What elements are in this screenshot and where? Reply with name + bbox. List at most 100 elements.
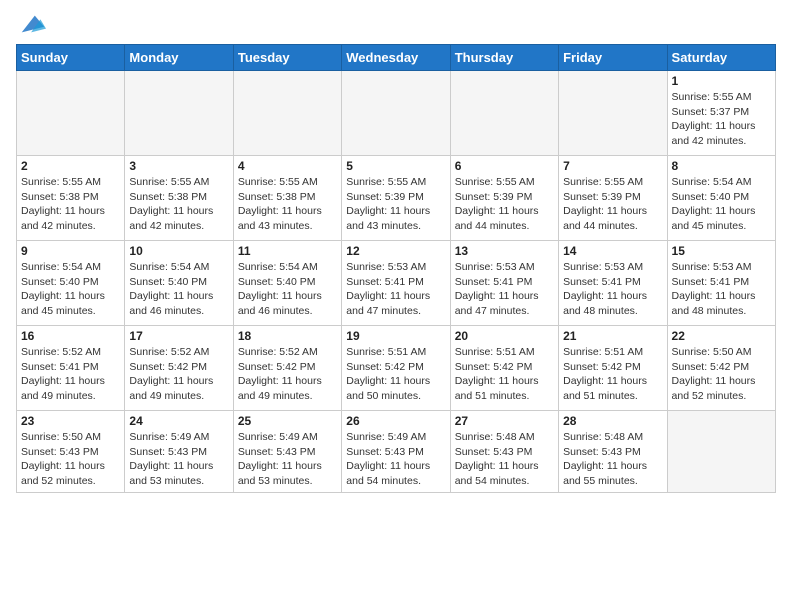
day-cell: 6 Sunrise: 5:55 AMSunset: 5:39 PMDaylight… [450, 156, 558, 241]
day-cell: 21 Sunrise: 5:51 AMSunset: 5:42 PMDayligh… [559, 326, 667, 411]
day-detail: Sunrise: 5:53 AMSunset: 5:41 PMDaylight:… [346, 260, 445, 319]
day-cell: 16 Sunrise: 5:52 AMSunset: 5:41 PMDayligh… [17, 326, 125, 411]
day-cell: 28 Sunrise: 5:48 AMSunset: 5:43 PMDayligh… [559, 411, 667, 493]
day-number: 15 [672, 244, 771, 258]
day-cell: 1 Sunrise: 5:55 AMSunset: 5:37 PMDaylight… [667, 71, 775, 156]
calendar-table: SundayMondayTuesdayWednesdayThursdayFrid… [16, 44, 776, 493]
day-detail: Sunrise: 5:52 AMSunset: 5:42 PMDaylight:… [238, 345, 337, 404]
day-number: 16 [21, 329, 120, 343]
day-cell: 7 Sunrise: 5:55 AMSunset: 5:39 PMDaylight… [559, 156, 667, 241]
day-cell: 3 Sunrise: 5:55 AMSunset: 5:38 PMDaylight… [125, 156, 233, 241]
day-number: 3 [129, 159, 228, 173]
day-number: 1 [672, 74, 771, 88]
logo [16, 10, 46, 38]
weekday-header-thursday: Thursday [450, 45, 558, 71]
week-row-2: 2 Sunrise: 5:55 AMSunset: 5:38 PMDaylight… [17, 156, 776, 241]
day-detail: Sunrise: 5:48 AMSunset: 5:43 PMDaylight:… [563, 430, 662, 489]
day-detail: Sunrise: 5:53 AMSunset: 5:41 PMDaylight:… [672, 260, 771, 319]
day-number: 6 [455, 159, 554, 173]
day-number: 10 [129, 244, 228, 258]
day-number: 13 [455, 244, 554, 258]
day-detail: Sunrise: 5:52 AMSunset: 5:42 PMDaylight:… [129, 345, 228, 404]
day-detail: Sunrise: 5:50 AMSunset: 5:42 PMDaylight:… [672, 345, 771, 404]
day-detail: Sunrise: 5:55 AMSunset: 5:38 PMDaylight:… [129, 175, 228, 234]
day-detail: Sunrise: 5:51 AMSunset: 5:42 PMDaylight:… [346, 345, 445, 404]
day-cell [450, 71, 558, 156]
day-detail: Sunrise: 5:54 AMSunset: 5:40 PMDaylight:… [129, 260, 228, 319]
day-number: 9 [21, 244, 120, 258]
day-detail: Sunrise: 5:54 AMSunset: 5:40 PMDaylight:… [672, 175, 771, 234]
week-row-4: 16 Sunrise: 5:52 AMSunset: 5:41 PMDayligh… [17, 326, 776, 411]
day-number: 23 [21, 414, 120, 428]
day-number: 24 [129, 414, 228, 428]
day-number: 18 [238, 329, 337, 343]
day-number: 22 [672, 329, 771, 343]
day-cell: 12 Sunrise: 5:53 AMSunset: 5:41 PMDayligh… [342, 241, 450, 326]
day-cell: 25 Sunrise: 5:49 AMSunset: 5:43 PMDayligh… [233, 411, 341, 493]
day-cell: 14Sunrise: 5:53 AMSunset: 5:41 PMDayligh… [559, 241, 667, 326]
weekday-header-row: SundayMondayTuesdayWednesdayThursdayFrid… [17, 45, 776, 71]
day-cell: 5 Sunrise: 5:55 AMSunset: 5:39 PMDaylight… [342, 156, 450, 241]
day-detail: Sunrise: 5:52 AMSunset: 5:41 PMDaylight:… [21, 345, 120, 404]
calendar-page: SundayMondayTuesdayWednesdayThursdayFrid… [0, 0, 792, 503]
day-number: 19 [346, 329, 445, 343]
day-detail: Sunrise: 5:49 AMSunset: 5:43 PMDaylight:… [238, 430, 337, 489]
day-number: 26 [346, 414, 445, 428]
week-row-5: 23 Sunrise: 5:50 AMSunset: 5:43 PMDayligh… [17, 411, 776, 493]
day-number: 21 [563, 329, 662, 343]
day-detail: Sunrise: 5:54 AMSunset: 5:40 PMDaylight:… [21, 260, 120, 319]
day-detail: Sunrise: 5:55 AMSunset: 5:39 PMDaylight:… [455, 175, 554, 234]
day-cell: 20 Sunrise: 5:51 AMSunset: 5:42 PMDayligh… [450, 326, 558, 411]
day-cell: 8 Sunrise: 5:54 AMSunset: 5:40 PMDaylight… [667, 156, 775, 241]
day-cell: 13Sunrise: 5:53 AMSunset: 5:41 PMDayligh… [450, 241, 558, 326]
day-detail: Sunrise: 5:51 AMSunset: 5:42 PMDaylight:… [563, 345, 662, 404]
day-detail: Sunrise: 5:55 AMSunset: 5:37 PMDaylight:… [672, 90, 771, 149]
day-cell: 18 Sunrise: 5:52 AMSunset: 5:42 PMDayligh… [233, 326, 341, 411]
day-number: 12 [346, 244, 445, 258]
day-number: 25 [238, 414, 337, 428]
day-cell: 24Sunrise: 5:49 AMSunset: 5:43 PMDayligh… [125, 411, 233, 493]
day-detail: Sunrise: 5:54 AMSunset: 5:40 PMDaylight:… [238, 260, 337, 319]
day-cell [17, 71, 125, 156]
day-number: 4 [238, 159, 337, 173]
day-cell: 27Sunrise: 5:48 AMSunset: 5:43 PMDayligh… [450, 411, 558, 493]
logo-icon [18, 10, 46, 38]
day-detail: Sunrise: 5:53 AMSunset: 5:41 PMDaylight:… [563, 260, 662, 319]
day-cell [667, 411, 775, 493]
day-cell: 22 Sunrise: 5:50 AMSunset: 5:42 PMDayligh… [667, 326, 775, 411]
day-cell [125, 71, 233, 156]
day-detail: Sunrise: 5:55 AMSunset: 5:39 PMDaylight:… [563, 175, 662, 234]
day-detail: Sunrise: 5:55 AMSunset: 5:39 PMDaylight:… [346, 175, 445, 234]
day-detail: Sunrise: 5:55 AMSunset: 5:38 PMDaylight:… [238, 175, 337, 234]
day-number: 7 [563, 159, 662, 173]
day-cell: 15 Sunrise: 5:53 AMSunset: 5:41 PMDayligh… [667, 241, 775, 326]
day-number: 8 [672, 159, 771, 173]
header [16, 10, 776, 38]
weekday-header-saturday: Saturday [667, 45, 775, 71]
weekday-header-monday: Monday [125, 45, 233, 71]
day-number: 20 [455, 329, 554, 343]
day-number: 17 [129, 329, 228, 343]
weekday-header-sunday: Sunday [17, 45, 125, 71]
weekday-header-friday: Friday [559, 45, 667, 71]
day-number: 27 [455, 414, 554, 428]
day-detail: Sunrise: 5:49 AMSunset: 5:43 PMDaylight:… [346, 430, 445, 489]
day-cell: 4 Sunrise: 5:55 AMSunset: 5:38 PMDaylight… [233, 156, 341, 241]
day-cell: 19 Sunrise: 5:51 AMSunset: 5:42 PMDayligh… [342, 326, 450, 411]
day-number: 11 [238, 244, 337, 258]
day-number: 28 [563, 414, 662, 428]
day-cell: 9 Sunrise: 5:54 AMSunset: 5:40 PMDaylight… [17, 241, 125, 326]
day-cell: 10 Sunrise: 5:54 AMSunset: 5:40 PMDayligh… [125, 241, 233, 326]
week-row-3: 9 Sunrise: 5:54 AMSunset: 5:40 PMDaylight… [17, 241, 776, 326]
weekday-header-tuesday: Tuesday [233, 45, 341, 71]
week-row-1: 1 Sunrise: 5:55 AMSunset: 5:37 PMDaylight… [17, 71, 776, 156]
day-cell [233, 71, 341, 156]
day-cell [559, 71, 667, 156]
weekday-header-wednesday: Wednesday [342, 45, 450, 71]
day-number: 5 [346, 159, 445, 173]
day-detail: Sunrise: 5:50 AMSunset: 5:43 PMDaylight:… [21, 430, 120, 489]
day-detail: Sunrise: 5:55 AMSunset: 5:38 PMDaylight:… [21, 175, 120, 234]
day-number: 2 [21, 159, 120, 173]
day-detail: Sunrise: 5:51 AMSunset: 5:42 PMDaylight:… [455, 345, 554, 404]
day-cell: 26 Sunrise: 5:49 AMSunset: 5:43 PMDayligh… [342, 411, 450, 493]
